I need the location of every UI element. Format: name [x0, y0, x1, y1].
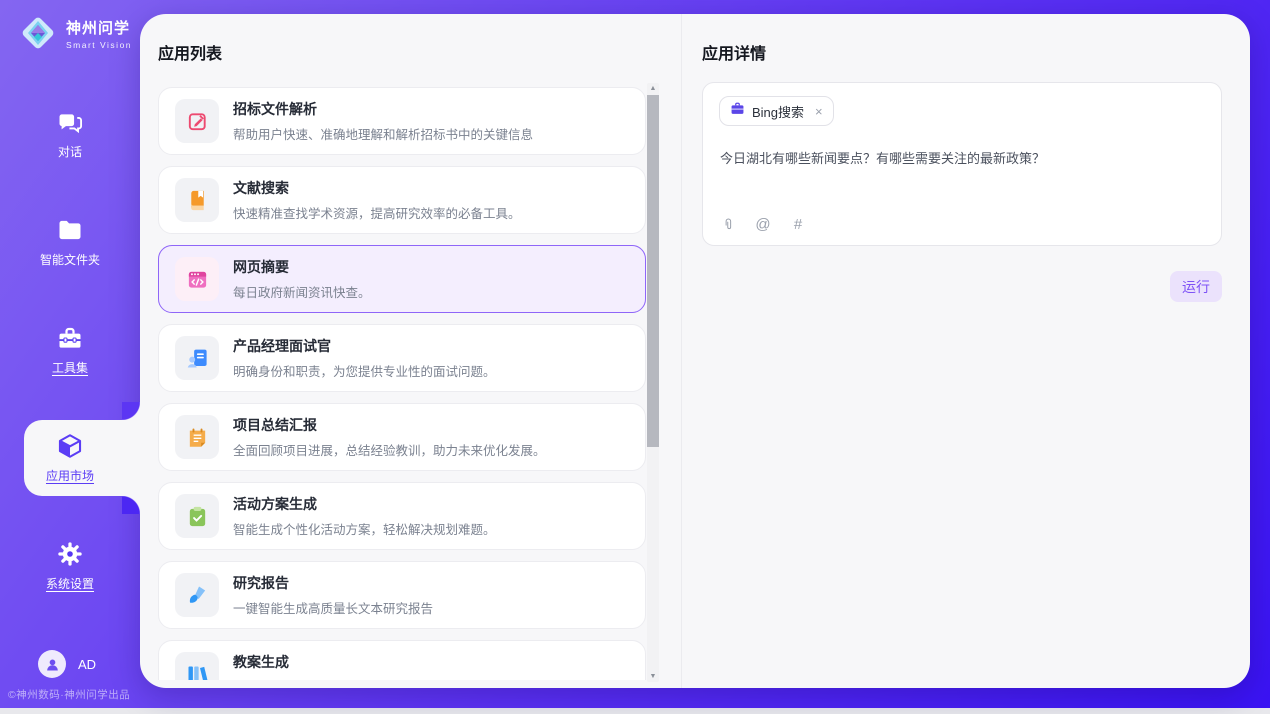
app-card-title: 项目总结汇报	[233, 415, 546, 435]
sidebar-item-label: 工具集	[52, 359, 88, 376]
app-card-note[interactable]: 项目总结汇报全面回顾项目进展，总结经验教训，助力未来优化发展。	[158, 403, 646, 471]
run-button[interactable]: 运行	[1170, 271, 1222, 302]
sidebar-item-label: 对话	[58, 143, 82, 160]
sidebar-item-cube[interactable]: 应用市场	[0, 420, 140, 496]
app-card-title: 产品经理面试官	[233, 336, 496, 356]
app-card-desc: 智能生成个性化活动方案，轻松解决规划难题。	[233, 519, 496, 538]
user-row[interactable]: AD	[38, 650, 96, 678]
sidebar-item-chat[interactable]: 对话	[0, 96, 140, 172]
tool-tag-bing-search[interactable]: Bing搜索 ×	[719, 96, 834, 126]
app-card-desc: 一键智能生成高质量长文本研究报告	[233, 598, 433, 617]
cube-icon	[56, 432, 84, 460]
web-icon	[175, 257, 219, 301]
app-list-panel: 应用列表 招标文件解析帮助用户快速、准确地理解和解析招标书中的关键信息文献搜索快…	[140, 14, 682, 688]
tool-tag-label: Bing搜索	[752, 102, 804, 121]
bid-icon	[175, 99, 219, 143]
app-card-title: 文献搜索	[233, 178, 521, 198]
toolbox-icon	[56, 324, 84, 352]
app-card-ink[interactable]: 研究报告一键智能生成高质量长文本研究报告	[158, 561, 646, 629]
note-icon	[175, 415, 219, 459]
logo-title: 神州问学	[66, 17, 132, 38]
main-content: 应用列表 招标文件解析帮助用户快速、准确地理解和解析招标书中的关键信息文献搜索快…	[140, 14, 1250, 688]
app-card-title: 活动方案生成	[233, 494, 496, 514]
app-card-title: 教案生成	[233, 652, 483, 672]
app-card-desc: 帮助用户快速、准确地理解和解析招标书中的关键信息	[233, 124, 533, 143]
app-card-desc: 快速精准查找学术资源，提高研究效率的必备工具。	[233, 203, 521, 222]
paperclip-icon[interactable]	[720, 215, 736, 233]
interview-icon	[175, 336, 219, 380]
app-window: 神州问学 Smart Vision 对话智能文件夹工具集应用市场系统设置 AD …	[0, 0, 1270, 714]
app-card-title: 网页摘要	[233, 257, 371, 277]
briefcase-icon	[730, 101, 745, 121]
scroll-down-icon[interactable]: ▼	[647, 673, 659, 680]
sidebar-item-label: 应用市场	[46, 467, 94, 484]
app-card-web[interactable]: 网页摘要每日政府新闻资讯快查。	[158, 245, 646, 313]
sidebar-item-label: 系统设置	[46, 575, 94, 592]
user-avatar-icon	[38, 650, 66, 678]
app-card-title: 研究报告	[233, 573, 433, 593]
scroll-up-icon[interactable]: ▲	[647, 85, 659, 92]
app-list-title: 应用列表	[158, 40, 222, 64]
folder-icon	[56, 216, 84, 244]
scrollbar-thumb[interactable]	[647, 95, 659, 447]
sidebar-item-label: 智能文件夹	[40, 251, 100, 268]
app-detail-panel: 应用详情 Bing搜索 × 今日湖北有哪些新闻要点？有哪些需要关注的最新政策？	[682, 14, 1250, 688]
gear-icon	[56, 540, 84, 568]
sidebar-item-gear[interactable]: 系统设置	[0, 528, 140, 604]
app-card-bid[interactable]: 招标文件解析帮助用户快速、准确地理解和解析招标书中的关键信息	[158, 87, 646, 155]
app-card-book[interactable]: 文献搜索快速精准查找学术资源，提高研究效率的必备工具。	[158, 166, 646, 234]
app-card-interview[interactable]: 产品经理面试官明确身份和职责，为您提供专业性的面试问题。	[158, 324, 646, 392]
user-name: AD	[78, 657, 96, 672]
app-card-desc: 全面回顾项目进展，总结经验教训，助力未来优化发展。	[233, 440, 546, 459]
chat-icon	[56, 108, 84, 136]
close-icon[interactable]: ×	[815, 104, 823, 119]
app-list: 招标文件解析帮助用户快速、准确地理解和解析招标书中的关键信息文献搜索快速精准查找…	[158, 87, 646, 680]
app-card-desc: 每日政府新闻资讯快查。	[233, 282, 371, 301]
ink-icon	[175, 573, 219, 617]
sidebar-footer: ©神州数码·神州问学出品	[8, 687, 140, 702]
logo-diamond-icon	[18, 13, 58, 53]
app-card-desc: 模板驱动，教案秒成，教学准备从此轻松快捷	[233, 677, 483, 680]
sidebar: 神州问学 Smart Vision 对话智能文件夹工具集应用市场系统设置 AD …	[0, 0, 140, 708]
sidebar-item-folder[interactable]: 智能文件夹	[0, 204, 140, 280]
logo: 神州问学 Smart Vision	[18, 13, 132, 53]
topic-icon[interactable]: #	[790, 215, 806, 233]
book-icon	[175, 178, 219, 222]
sidebar-nav: 对话智能文件夹工具集应用市场系统设置	[0, 96, 140, 636]
app-card-desc: 明确身份和职责，为您提供专业性的面试问题。	[233, 361, 496, 380]
app-card-books[interactable]: 教案生成模板驱动，教案秒成，教学准备从此轻松快捷	[158, 640, 646, 680]
sidebar-item-toolbox[interactable]: 工具集	[0, 312, 140, 388]
prompt-text[interactable]: 今日湖北有哪些新闻要点？有哪些需要关注的最新政策？	[720, 149, 1205, 169]
app-card-title: 招标文件解析	[233, 99, 533, 119]
plan-icon	[175, 494, 219, 538]
app-detail-title: 应用详情	[702, 40, 766, 64]
app-card-plan[interactable]: 活动方案生成智能生成个性化活动方案，轻松解决规划难题。	[158, 482, 646, 550]
prompt-composer[interactable]: Bing搜索 × 今日湖北有哪些新闻要点？有哪些需要关注的最新政策？ @ #	[702, 82, 1222, 246]
books-icon	[175, 652, 219, 680]
scrollbar[interactable]: ▲ ▼	[647, 83, 659, 682]
mention-icon[interactable]: @	[755, 215, 771, 233]
logo-subtitle: Smart Vision	[66, 40, 132, 50]
